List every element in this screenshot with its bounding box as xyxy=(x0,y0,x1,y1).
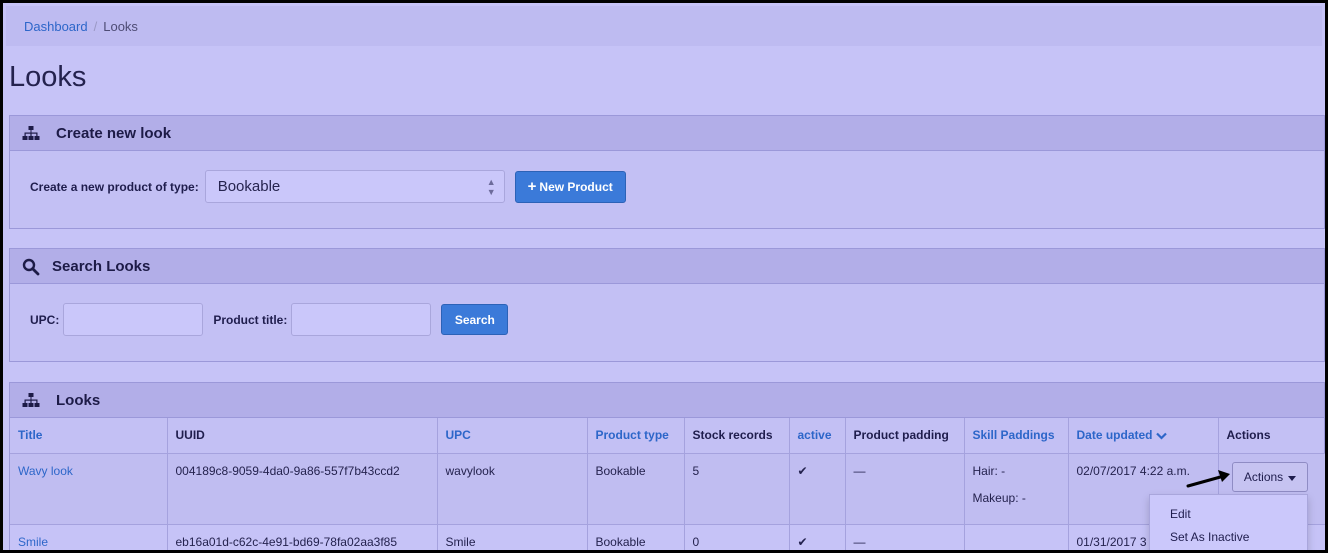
product-type-label: Create a new product of type: xyxy=(30,179,199,194)
menu-item-set-inactive[interactable]: Set As Inactive xyxy=(1150,525,1307,548)
column-header-title[interactable]: Title xyxy=(10,418,168,454)
table-row: Wavy look 004189c8-9059-4da0-9a86-557f7b… xyxy=(10,453,1325,525)
search-form: UPC: Product title: Search xyxy=(10,284,1324,336)
actions-dropdown-menu: Edit Set As Inactive xyxy=(1149,494,1308,550)
sitemap-icon xyxy=(22,392,42,408)
look-product-padding: — xyxy=(845,524,965,550)
look-title-link[interactable]: Smile xyxy=(18,535,48,549)
upc-label: UPC: xyxy=(30,312,60,327)
column-header-date-updated[interactable]: Date updated xyxy=(1068,418,1219,454)
create-look-form: Create a new product of type: Bookable ▲… xyxy=(10,151,1324,203)
look-stock-records: 0 xyxy=(684,524,790,550)
breadcrumb: Dashboard / Looks xyxy=(6,6,1322,46)
arrow-annotation-icon xyxy=(1186,470,1230,488)
product-title-input[interactable] xyxy=(291,303,432,336)
plus-icon: + xyxy=(527,178,537,195)
column-header-product-padding: Product padding xyxy=(845,418,965,454)
look-title-link[interactable]: Wavy look xyxy=(18,464,73,478)
column-header-actions: Actions xyxy=(1218,418,1325,454)
actions-dropdown-button[interactable]: Actions xyxy=(1232,462,1308,492)
look-stock-records: 5 xyxy=(684,453,790,525)
look-active-check-icon: ✔ xyxy=(789,453,846,525)
new-product-label: New Product xyxy=(539,179,613,194)
looks-table: Title UUID UPC Product type Stock record… xyxy=(10,418,1325,550)
new-product-button[interactable]: + New Product xyxy=(514,170,626,203)
select-caret-icon: ▲ ▼ xyxy=(486,176,496,197)
looks-panel-heading: Looks xyxy=(10,383,1324,418)
upc-input[interactable] xyxy=(63,303,204,336)
look-active-check-icon: ✔ xyxy=(789,524,846,550)
chevron-down-icon xyxy=(1155,429,1167,443)
page: Dashboard / Looks Looks Create new look … xyxy=(3,3,1325,550)
look-product-type: Bookable xyxy=(587,453,685,525)
create-look-panel-heading: Create new look xyxy=(10,116,1324,151)
looks-panel: Looks Title UUID UPC Product type Stock … xyxy=(9,382,1325,550)
column-header-active[interactable]: active xyxy=(789,418,846,454)
create-look-panel: Create new look Create a new product of … xyxy=(9,115,1325,229)
page-title: Looks xyxy=(9,61,87,93)
look-skill-paddings xyxy=(964,524,1069,550)
product-type-select[interactable]: Bookable ▲ ▼ xyxy=(204,170,505,203)
product-type-selected-value: Bookable xyxy=(217,178,281,195)
look-skill-paddings: Hair: - Makeup: - xyxy=(964,453,1069,525)
skill-makeup: Makeup: - xyxy=(972,490,1026,505)
table-row: Smile eb16a01d-c62c-4e91-bd69-78fa02aa3f… xyxy=(10,524,1325,550)
look-uuid: eb16a01d-c62c-4e91-bd69-78fa02aa3f85 xyxy=(167,524,438,550)
column-header-product-type[interactable]: Product type xyxy=(587,418,685,454)
skill-hair: Hair: - xyxy=(972,463,1006,478)
column-header-skill-paddings[interactable]: Skill Paddings xyxy=(964,418,1069,454)
column-header-upc[interactable]: UPC xyxy=(437,418,588,454)
breadcrumb-separator: / xyxy=(93,18,98,34)
caret-down-icon xyxy=(1288,470,1297,484)
sitemap-icon xyxy=(22,125,42,141)
column-header-stock-records: Stock records xyxy=(684,418,790,454)
search-looks-panel: Search Looks UPC: Product title: Search xyxy=(9,248,1325,362)
search-button[interactable]: Search xyxy=(441,304,509,335)
looks-panel-title: Looks xyxy=(56,391,101,409)
column-header-uuid: UUID xyxy=(167,418,438,454)
search-looks-panel-heading: Search Looks xyxy=(10,249,1324,284)
search-icon xyxy=(22,258,42,276)
search-looks-panel-title: Search Looks xyxy=(52,257,151,275)
create-look-panel-title: Create new look xyxy=(56,124,172,142)
look-uuid: 004189c8-9059-4da0-9a86-557f7b43ccd2 xyxy=(167,453,438,525)
menu-item-edit[interactable]: Edit xyxy=(1150,502,1307,525)
breadcrumb-current: Looks xyxy=(103,18,138,34)
look-upc: wavylook xyxy=(437,453,588,525)
date-updated-label: Date updated xyxy=(1076,427,1153,442)
breadcrumb-dashboard-link[interactable]: Dashboard xyxy=(24,19,88,34)
look-upc: Smile xyxy=(437,524,588,550)
actions-button-label: Actions xyxy=(1243,470,1284,484)
product-title-label: Product title: xyxy=(213,312,288,327)
look-product-padding: — xyxy=(845,453,965,525)
table-header-row: Title UUID UPC Product type Stock record… xyxy=(10,418,1325,454)
look-product-type: Bookable xyxy=(587,524,685,550)
